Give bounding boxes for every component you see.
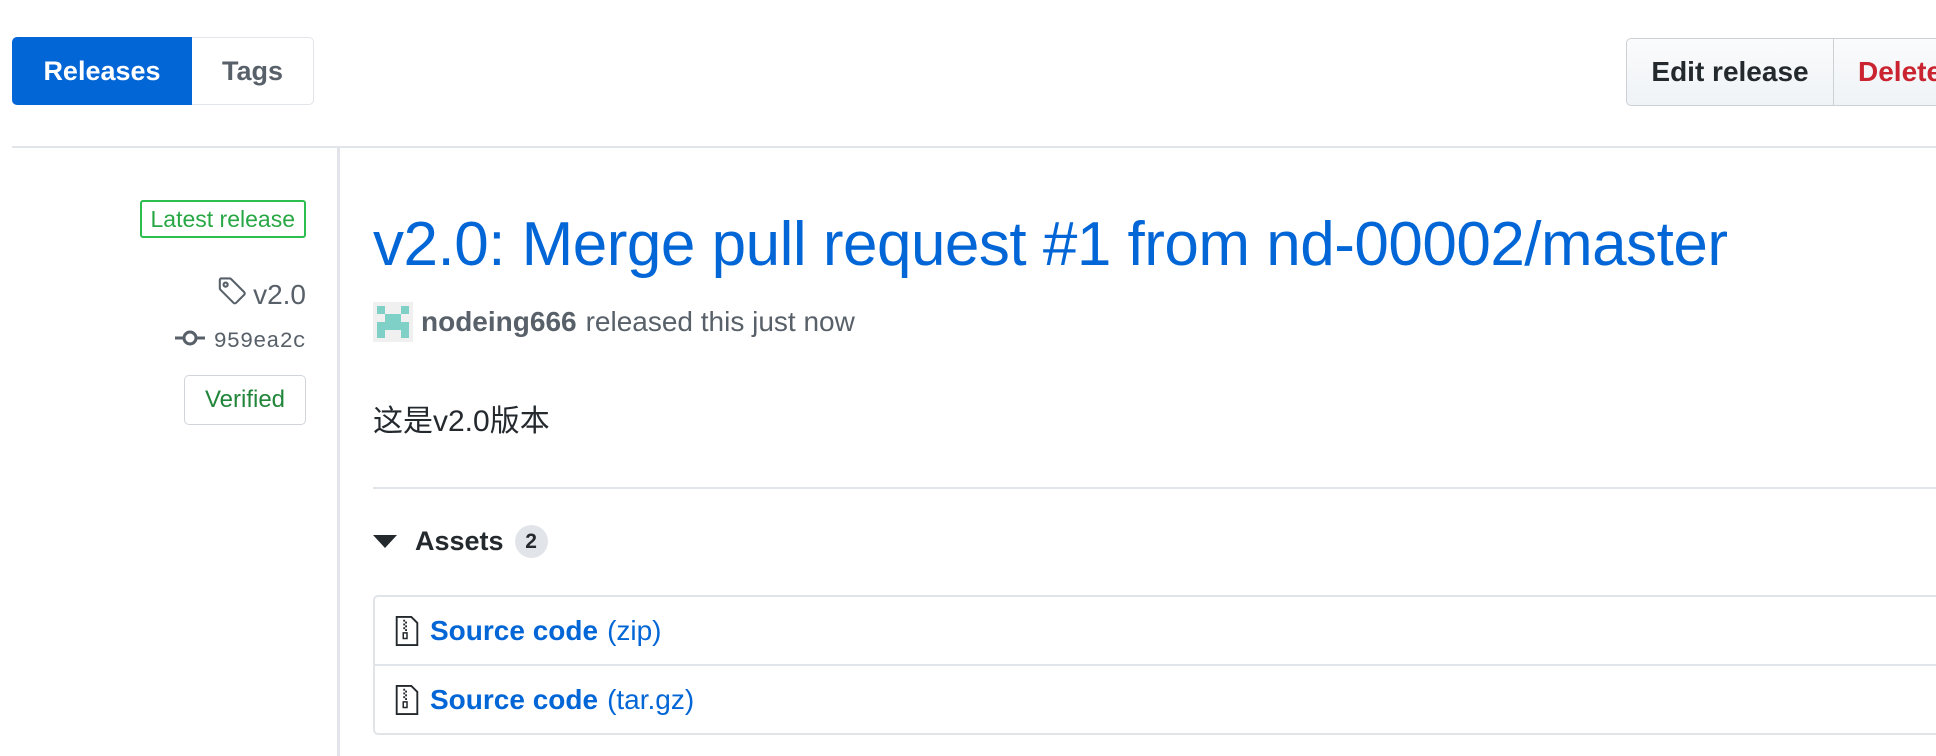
tag-icon bbox=[217, 276, 247, 313]
release-tag-name: v2.0 bbox=[253, 278, 306, 310]
commit-icon bbox=[174, 329, 206, 354]
commit-sha: 959ea2c bbox=[213, 329, 306, 354]
file-zip-icon bbox=[395, 615, 430, 646]
verified-badge[interactable]: Verified bbox=[184, 375, 306, 425]
release-title[interactable]: v2.0: Merge pull request #1 from nd-0000… bbox=[373, 205, 1728, 285]
release-author-link[interactable]: nodeing666 bbox=[421, 306, 577, 338]
header-divider bbox=[12, 146, 1936, 148]
timeline-divider bbox=[337, 148, 340, 756]
release-tag-link[interactable]: v2.0 bbox=[217, 276, 306, 313]
assets-list: Source code (zip) Source code (tar.gz) bbox=[373, 595, 1936, 735]
asset-extension[interactable]: (tar.gz) bbox=[607, 684, 694, 716]
release-commit-link[interactable]: 959ea2c bbox=[174, 329, 306, 354]
release-actions: Edit release Delete bbox=[1626, 38, 1936, 106]
release-body-divider bbox=[373, 487, 1936, 489]
tab-tags[interactable]: Tags bbox=[192, 37, 314, 105]
asset-extension[interactable]: (zip) bbox=[607, 615, 661, 647]
caret-down-icon bbox=[373, 535, 397, 548]
assets-heading: Assets bbox=[415, 526, 504, 556]
assets-counter: 2 bbox=[514, 525, 548, 558]
source-code-zip-link[interactable]: Source code bbox=[430, 615, 598, 647]
release-notes: 这是v2.0版本 bbox=[373, 405, 550, 438]
assets-toggle[interactable]: Assets 2 bbox=[373, 525, 548, 558]
file-zip-icon bbox=[395, 684, 430, 715]
edit-release-button[interactable]: Edit release bbox=[1626, 38, 1834, 106]
asset-row: Source code (zip) bbox=[375, 597, 1936, 664]
avatar[interactable] bbox=[373, 302, 421, 342]
tab-releases[interactable]: Releases bbox=[12, 37, 192, 105]
source-code-targz-link[interactable]: Source code bbox=[430, 684, 598, 716]
asset-row: Source code (tar.gz) bbox=[375, 664, 1936, 733]
delete-release-button[interactable]: Delete bbox=[1834, 38, 1936, 106]
release-byline-text: released this just now bbox=[585, 306, 855, 337]
latest-release-badge: Latest release bbox=[139, 200, 306, 238]
release-byline: nodeing666 released this just now bbox=[373, 302, 855, 342]
release-subnav: Releases Tags bbox=[12, 37, 314, 105]
